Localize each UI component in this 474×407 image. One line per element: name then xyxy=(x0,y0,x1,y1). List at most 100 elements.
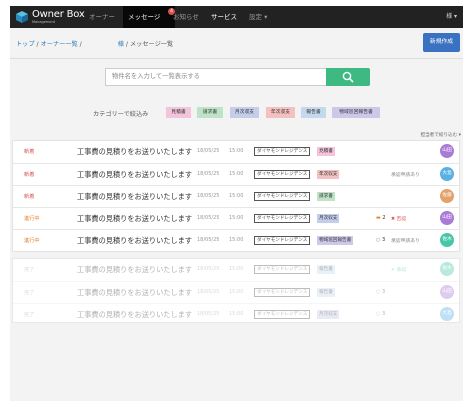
divider xyxy=(10,58,463,59)
property-badge: ダイヤモンドレジデンス xyxy=(254,214,311,223)
approval-status: 承認申請あり xyxy=(391,239,420,244)
breadcrumb: トップ / オーナー一覧 / 様 / メッセージ一覧 xyxy=(16,41,174,48)
message-time: 15:00 xyxy=(229,289,244,295)
property-badge: ダイヤモンドレジデンス xyxy=(254,147,311,156)
status-label: 進行中 xyxy=(24,216,40,222)
message-row[interactable]: 完了 工事費の見積りをお送りいたします 18/05/25 15:00 ダイヤモンドレジデ… xyxy=(13,259,459,280)
avatar[interactable]: 佐藤 xyxy=(440,189,454,203)
brand-subtitle: Management xyxy=(32,20,56,24)
property-badge: ダイヤモンドレジデンス xyxy=(254,236,311,245)
message-date: 18/05/25 xyxy=(197,289,220,295)
avatar[interactable]: 佐木 xyxy=(440,233,454,247)
property-badge: ダイヤモンドレジデンス xyxy=(254,192,311,201)
status-label: 新着 xyxy=(24,172,35,178)
category-tag-estimate[interactable]: 見積書 xyxy=(166,107,191,118)
avatar[interactable]: 佐木 xyxy=(440,262,454,276)
category-badge: 請求書 xyxy=(317,192,335,201)
message-time: 15:00 xyxy=(229,215,244,221)
category-tag-monthly[interactable]: 月次収支 xyxy=(230,107,259,118)
nav-services[interactable]: サービス xyxy=(206,6,242,28)
message-date: 18/05/25 xyxy=(197,266,220,272)
status-label: 新着 xyxy=(24,194,35,200)
message-subject[interactable]: 工事費の見積りをお送りいたします xyxy=(77,236,192,246)
property-search-input[interactable]: 物件名を入力して一覧表示する xyxy=(105,68,327,86)
status-label: 進行中 xyxy=(24,238,40,244)
property-badge: ダイヤモンドレジデンス xyxy=(254,265,311,274)
brand-name[interactable]: Owner Box xyxy=(32,9,85,20)
message-row[interactable]: 完了 工事費の見積りをお送りいたします 18/05/25 15:00 ダイヤモンドレジデ… xyxy=(13,281,459,302)
avatar[interactable]: 大島 xyxy=(440,307,454,321)
message-time: 15:00 xyxy=(229,171,244,177)
message-date: 18/05/25 xyxy=(197,237,220,243)
nav-settings-dropdown[interactable]: 設定 ▾ xyxy=(244,6,272,28)
message-row[interactable]: 完了 工事費の見積りをお送りいたします 18/05/25 15:00 ダイヤモンドレジデ… xyxy=(13,303,459,324)
breadcrumb-current: / メッセージ一覧 xyxy=(123,41,174,48)
search-button[interactable] xyxy=(326,68,370,86)
category-badge: 報告書 xyxy=(317,265,335,274)
property-badge: ダイヤモンドレジデンス xyxy=(254,170,311,179)
approval-status: ✔ 承認 xyxy=(391,268,407,273)
message-date: 18/05/25 xyxy=(197,311,220,317)
message-row[interactable]: 新着 工事費の見積りをお送りいたします 18/05/25 15:00 ダイヤモンドレジデ… xyxy=(13,141,459,162)
category-filter-label: カテゴリーで絞込み xyxy=(93,111,149,118)
status-label: 完了 xyxy=(24,290,35,296)
message-subject[interactable]: 工事費の見積りをお送りいたします xyxy=(77,192,192,202)
avatar[interactable]: 山田 xyxy=(440,211,454,225)
comment-count: ▬ 2 xyxy=(376,215,386,221)
message-row[interactable]: 新着 工事費の見積りをお送りいたします 18/05/25 15:00 ダイヤモンドレジデ… xyxy=(13,163,459,184)
message-subject[interactable]: 工事費の見積りをお送りいたします xyxy=(77,214,192,224)
app-window: Owner Box Management オーナー メッセージ 4 お知らせ サ… xyxy=(10,6,463,401)
avatar[interactable]: 大島 xyxy=(440,167,454,181)
search-icon xyxy=(342,71,354,83)
message-row[interactable]: 進行中 工事費の見積りをお送りいたします 18/05/25 15:00 ダイヤモンドレジ… xyxy=(13,229,459,250)
approval-status: ✖ 否認 xyxy=(391,217,407,222)
message-subject[interactable]: 工事費の見積りをお送りいたします xyxy=(77,288,192,298)
message-date: 18/05/25 xyxy=(197,215,220,221)
user-menu[interactable]: 様 ▾ xyxy=(446,6,457,28)
message-row[interactable]: 進行中 工事費の見積りをお送りいたします 18/05/25 15:00 ダイヤモンドレジ… xyxy=(13,207,459,228)
message-subject[interactable]: 工事費の見積りをお送りいたします xyxy=(77,147,192,157)
category-badge: 年次収支 xyxy=(317,170,340,179)
comment-count: ○ 3 xyxy=(376,311,386,317)
breadcrumb-top[interactable]: トップ xyxy=(16,41,35,48)
avatar[interactable]: 山田 xyxy=(440,285,454,299)
message-time: 15:00 xyxy=(229,148,244,154)
message-row[interactable]: 新着 工事費の見積りをお送りいたします 18/05/25 15:00 ダイヤモンドレジデ… xyxy=(13,185,459,206)
nav-notices[interactable]: お知らせ xyxy=(168,6,204,28)
category-badge: 見積書 xyxy=(317,147,335,156)
avatar[interactable]: 山田 xyxy=(440,144,454,158)
property-badge: ダイヤモンドレジデンス xyxy=(254,310,311,319)
new-message-button[interactable]: 新規作成 xyxy=(423,33,460,52)
message-date: 18/05/25 xyxy=(197,171,220,177)
top-navbar: Owner Box Management オーナー メッセージ 4 お知らせ サ… xyxy=(10,6,463,28)
message-date: 18/05/25 xyxy=(197,148,220,154)
status-label: 完了 xyxy=(24,267,35,273)
nav-owners[interactable]: オーナー xyxy=(84,6,120,28)
category-tag-patrol-report[interactable]: 物域巡回報告書 xyxy=(332,107,380,118)
comment-count: ○ 3 xyxy=(376,289,386,295)
cube-logo-icon xyxy=(16,11,28,23)
category-tag-invoice[interactable]: 請求書 xyxy=(197,107,223,118)
breadcrumb-owners[interactable]: オーナー一覧 xyxy=(41,41,78,48)
assignee-filter-dropdown[interactable]: 担当者で絞り込む ▾ xyxy=(420,132,461,138)
approval-status: 承認申請あり xyxy=(391,173,420,178)
category-badge: 月次収支 xyxy=(317,214,340,223)
message-subject[interactable]: 工事費の見積りをお送りいたします xyxy=(77,310,192,320)
category-badge: 物域巡回報告書 xyxy=(317,236,354,245)
status-label: 完了 xyxy=(24,312,35,318)
property-badge: ダイヤモンドレジデンス xyxy=(254,288,311,297)
nav-messages-label: メッセージ xyxy=(128,13,161,21)
message-subject[interactable]: 工事費の見積りをお送りいたします xyxy=(77,265,192,275)
comment-count: ○ 3 xyxy=(376,237,386,243)
status-label: 新着 xyxy=(24,149,35,155)
message-time: 15:00 xyxy=(229,311,244,317)
message-date: 18/05/25 xyxy=(197,193,220,199)
category-badge: 報告書 xyxy=(317,288,335,297)
category-tag-annual[interactable]: 年次収支 xyxy=(266,107,295,118)
category-badge: 月次収支 xyxy=(317,310,340,319)
message-time: 15:00 xyxy=(229,193,244,199)
message-time: 15:00 xyxy=(229,237,244,243)
message-subject[interactable]: 工事費の見積りをお送りいたします xyxy=(77,170,192,180)
category-tag-report[interactable]: 報告書 xyxy=(301,107,326,118)
message-time: 15:00 xyxy=(229,266,244,272)
